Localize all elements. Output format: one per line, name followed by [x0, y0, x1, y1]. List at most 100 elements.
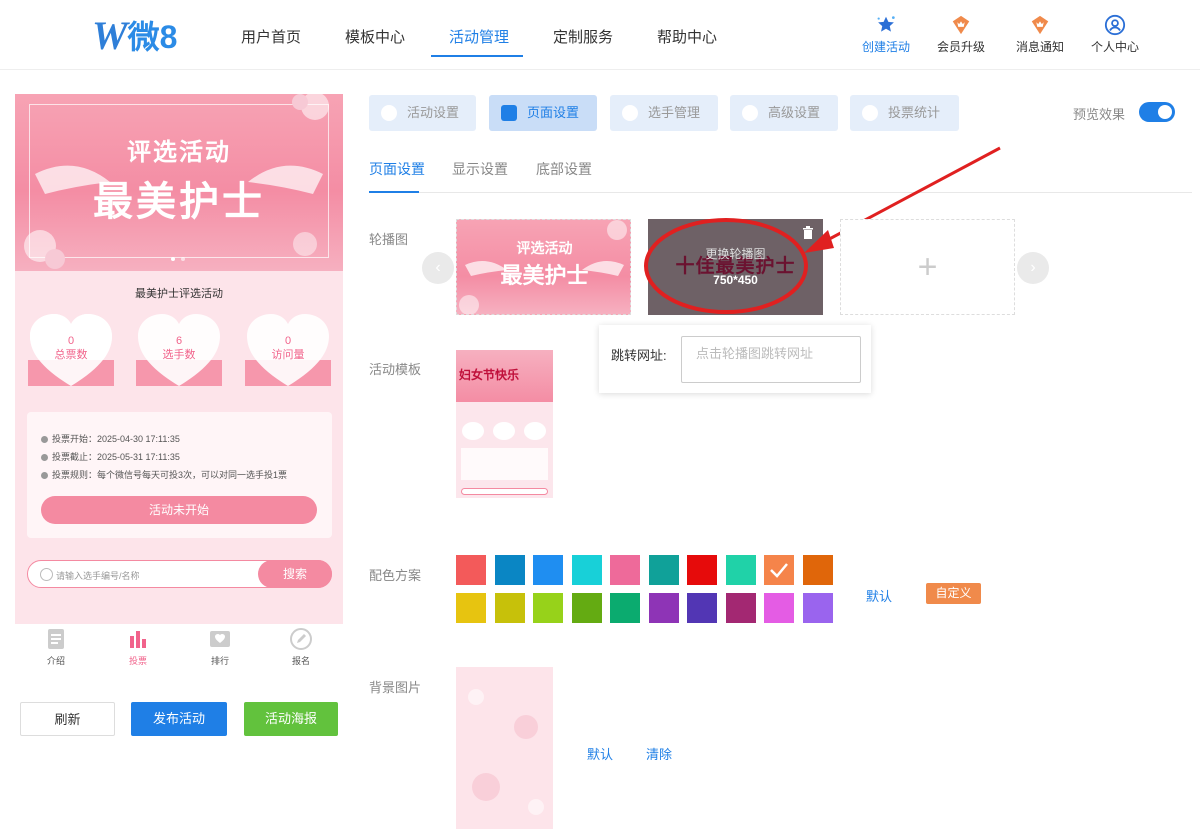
tab-label: 投票 [128, 656, 147, 666]
contestant-search[interactable]: 请输入选手编号/名称 搜索 [27, 560, 332, 588]
color-default-button[interactable]: 默认 [866, 586, 892, 605]
notification-button[interactable]: 消息通知 [1005, 14, 1075, 55]
color-swatch[interactable] [494, 555, 525, 585]
tab-advanced-settings[interactable]: 高级设置 [730, 95, 838, 131]
stat-value: 6 [175, 335, 183, 347]
jump-url-input[interactable] [681, 336, 861, 383]
color-swatch[interactable] [764, 555, 794, 585]
stat-label: 访问量 [271, 349, 305, 361]
tab-label: 排行 [210, 656, 229, 666]
color-swatch[interactable] [571, 555, 602, 585]
tab-vote-statistics[interactable]: 投票统计 [850, 95, 959, 131]
preview-banner[interactable]: 评选活动 最美护士 [15, 94, 343, 271]
activity-status-button[interactable]: 活动未开始 [41, 496, 317, 524]
search-button[interactable]: 搜索 [258, 560, 332, 588]
tab-contestant-management[interactable]: 选手管理 [610, 95, 718, 131]
color-swatch[interactable] [533, 593, 563, 623]
add-carousel-button[interactable]: + [840, 219, 1015, 315]
stat-contestants: 6 选手数 [136, 314, 222, 394]
carousel-label: 轮播图 [369, 232, 409, 247]
nav-activity-management[interactable]: 活动管理 [449, 26, 509, 47]
subtab-page-settings[interactable]: 页面设置 [369, 159, 425, 179]
slide-title-small: 评选活动 [516, 240, 573, 256]
color-swatch[interactable] [610, 555, 640, 585]
background-image-preview[interactable] [456, 667, 553, 829]
contestant-icon [622, 105, 638, 121]
color-scheme-label: 配色方案 [369, 568, 422, 583]
tab-page-settings[interactable]: 页面设置 [489, 95, 597, 131]
tab-label: 选手管理 [648, 105, 701, 120]
color-swatch[interactable] [687, 555, 717, 585]
tab-label: 高级设置 [768, 105, 821, 120]
tab-label: 投票统计 [888, 105, 941, 120]
color-swatch[interactable] [456, 555, 486, 585]
checkmark-icon [770, 563, 788, 578]
document-icon [48, 629, 64, 649]
template-heart [524, 422, 546, 440]
jump-url-popover: 跳转网址: [599, 325, 871, 393]
vote-end-text: 投票截止：2025-05-31 17:11:35 [52, 452, 180, 462]
personal-center-button[interactable]: 个人中心 [1080, 14, 1150, 55]
background-bubbles [468, 689, 544, 815]
preview-effect-toggle[interactable] [1139, 102, 1175, 122]
color-swatch[interactable] [648, 555, 679, 585]
nav-template-center[interactable]: 模板中心 [345, 26, 405, 47]
background-default-button[interactable]: 默认 [587, 744, 613, 763]
template-thumbnail[interactable]: 妇女节快乐 [456, 350, 553, 505]
color-swatch[interactable] [764, 593, 794, 623]
carousel-prev-button[interactable]: ‹ [422, 252, 454, 284]
tab-signup[interactable]: 报名 [271, 628, 331, 667]
tab-ranking[interactable]: 排行 [190, 628, 250, 667]
color-swatch[interactable] [571, 593, 602, 623]
color-swatch[interactable] [610, 593, 640, 623]
color-swatch[interactable] [802, 555, 833, 585]
vote-start-line: 投票开始：2025-04-30 17:11:35 [41, 432, 180, 445]
stat-total-votes: 0 总票数 [28, 314, 114, 394]
carousel-slide-1[interactable]: 评选活动 最美护士 [456, 219, 631, 315]
tab-vote[interactable]: 投票 [108, 628, 168, 667]
refresh-button[interactable]: 刷新 [20, 702, 115, 736]
nav-custom-service[interactable]: 定制服务 [553, 26, 613, 47]
slide-title-large: 最美护士 [500, 263, 589, 288]
color-swatch[interactable] [725, 593, 756, 623]
vote-end-line: 投票截止：2025-05-31 17:11:35 [41, 450, 180, 463]
statistics-icon [862, 105, 878, 121]
subtab-footer-settings[interactable]: 底部设置 [536, 159, 592, 179]
tab-label: 活动设置 [407, 105, 460, 120]
banner-title-small: 评选活动 [127, 139, 231, 166]
tab-intro[interactable]: 介绍 [26, 628, 86, 667]
color-swatch[interactable] [533, 555, 563, 585]
activity-poster-button[interactable]: 活动海报 [244, 702, 338, 736]
template-info [461, 448, 548, 480]
tab-activity-settings[interactable]: 活动设置 [369, 95, 476, 131]
jump-url-label: 跳转网址: [611, 348, 667, 363]
nav-help-center[interactable]: 帮助中心 [657, 26, 717, 47]
stat-visits: 0 访问量 [245, 314, 331, 394]
color-swatch[interactable] [725, 555, 756, 585]
color-swatch[interactable] [648, 593, 679, 623]
publish-activity-button[interactable]: 发布活动 [131, 702, 227, 736]
stat-label: 选手数 [162, 349, 196, 361]
subtab-display-settings[interactable]: 显示设置 [452, 159, 508, 179]
star-icon [877, 16, 895, 32]
color-custom-button[interactable]: 自定义 [926, 583, 981, 604]
background-clear-button[interactable]: 清除 [646, 744, 672, 763]
template-label: 活动模板 [369, 362, 422, 377]
create-activity-button[interactable]: 创建活动 [851, 14, 921, 55]
notification-label: 消息通知 [1015, 40, 1064, 54]
preview-tabbar: 介绍 投票 排行 报名 [15, 624, 343, 674]
nav-user-home[interactable]: 用户首页 [241, 26, 301, 47]
page-settings-icon [501, 105, 517, 121]
plus-icon: + [917, 248, 938, 286]
carousel-next-button[interactable]: › [1017, 252, 1049, 284]
banner-title-large: 最美护士 [93, 180, 265, 224]
color-swatch[interactable] [802, 593, 833, 623]
search-placeholder: 请输入选手编号/名称 [56, 571, 140, 581]
member-upgrade-button[interactable]: 会员升级 [926, 14, 996, 55]
logo[interactable]: W 微8 [92, 13, 177, 58]
color-swatch[interactable] [494, 593, 525, 623]
top-header: W 微8 用户首页 模板中心 活动管理 定制服务 帮助中心 创建活动 会员升级 … [0, 0, 1200, 70]
background-image-label: 背景图片 [369, 680, 422, 695]
color-swatch[interactable] [456, 593, 486, 623]
color-swatch[interactable] [687, 593, 717, 623]
